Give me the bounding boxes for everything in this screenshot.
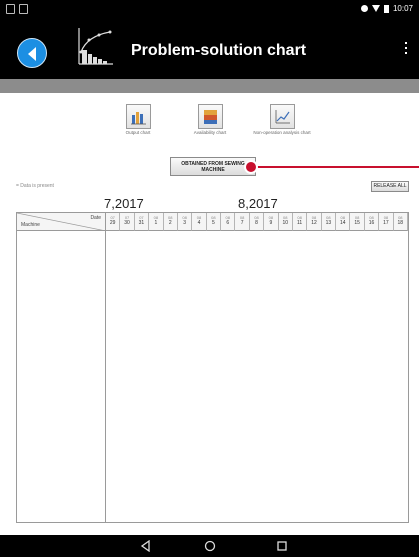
- non-operation-chart-label: Non-operation analysis chart: [253, 130, 311, 135]
- date-day-label: 5: [211, 220, 215, 226]
- status-icons-left: [6, 4, 28, 14]
- date-column-header: 08 13: [321, 213, 337, 231]
- annotation-pointer-line: [250, 166, 419, 168]
- date-day-label: 16: [368, 220, 375, 226]
- date-day-label: 14: [340, 220, 346, 226]
- date-column-header: 08 8: [249, 213, 265, 231]
- system-nav-bar: [0, 535, 419, 557]
- date-day-label: 13: [325, 220, 332, 226]
- page-title: Problem-solution chart: [131, 42, 307, 59]
- machine-date-grid: Date Machine 07 29 07 30 07 31 08 1 08 2 08 3 08 4 08 5…: [16, 212, 409, 523]
- date-column-header: 07 30: [120, 213, 135, 231]
- machine-header-label: Machine: [21, 222, 40, 228]
- sim-icon: [19, 4, 28, 14]
- date-day-label: 11: [297, 220, 303, 226]
- output-chart-button[interactable]: [126, 104, 151, 129]
- date-column-header: 07 29: [106, 213, 121, 231]
- date-column-header: 08 9: [264, 213, 279, 231]
- toolbar-divider-band: [0, 79, 419, 93]
- bar-chart-icon: [131, 112, 146, 125]
- pareto-chart-icon: [78, 28, 113, 65]
- date-day-label: 31: [138, 220, 145, 226]
- availability-chart-label: Availability chart: [193, 130, 227, 135]
- date-column-header: 08 10: [278, 213, 293, 231]
- date-column-header: 08 17: [379, 213, 394, 231]
- notification-icon: [6, 4, 15, 14]
- date-day-label: 17: [383, 220, 389, 226]
- machine-column: [17, 231, 106, 522]
- date-header-label: Date: [90, 215, 101, 221]
- date-column-header: 08 4: [192, 213, 207, 231]
- date-day-label: 30: [124, 220, 130, 226]
- date-column-header: 08 7: [235, 213, 250, 231]
- back-triangle-icon[interactable]: [140, 540, 152, 552]
- date-column-header: 08 5: [206, 213, 222, 231]
- wifi-icon: [371, 5, 380, 12]
- date-column-header: 08 14: [336, 213, 351, 231]
- availability-chart-button[interactable]: [198, 104, 223, 129]
- data-present-legend: = Data is present: [16, 183, 54, 189]
- recents-square-icon[interactable]: [276, 540, 288, 552]
- status-time: 10:07: [392, 4, 413, 13]
- date-day-label: 7: [240, 220, 244, 226]
- date-day-label: 15: [354, 220, 360, 226]
- date-column-header: 08 3: [177, 213, 193, 231]
- month-label-july: 7,2017: [104, 196, 144, 211]
- date-day-label: 12: [311, 220, 317, 226]
- date-column-header: 08 1: [149, 213, 164, 231]
- back-button[interactable]: [17, 38, 47, 68]
- date-day-label: 18: [397, 220, 404, 226]
- date-column-header: 08 12: [307, 213, 322, 231]
- annotation-pointer-dot: [244, 160, 258, 174]
- date-day-label: 2: [168, 220, 172, 226]
- status-bar: 10:07: [0, 0, 419, 19]
- date-day-label: 6: [226, 220, 230, 226]
- date-day-label: 3: [183, 220, 186, 226]
- date-column-header: 08 15: [350, 213, 365, 231]
- date-column-header: 08 6: [221, 213, 236, 231]
- date-day-label: 1: [154, 220, 158, 226]
- battery-icon: [383, 4, 389, 13]
- date-day-label: 8: [255, 220, 258, 226]
- back-arrow-icon: [28, 47, 36, 61]
- month-label-august: 8,2017: [238, 196, 278, 211]
- date-column-header: 08 11: [292, 213, 308, 231]
- date-column-header: 07 31: [134, 213, 150, 231]
- date-column-header: 08 16: [364, 213, 380, 231]
- date-day-label: 4: [197, 220, 201, 226]
- stacked-chart-icon: [204, 110, 217, 124]
- date-day-label: 10: [282, 220, 289, 226]
- status-icons-right: 10:07: [360, 4, 413, 13]
- date-day-label: 9: [269, 220, 273, 226]
- date-column-header: 08 2: [163, 213, 178, 231]
- home-circle-icon[interactable]: [204, 540, 216, 552]
- non-operation-chart-button[interactable]: [270, 104, 295, 129]
- app-bar: Problem-solution chart: [0, 19, 419, 79]
- overflow-menu-icon[interactable]: [403, 42, 409, 58]
- dnd-icon: [360, 5, 368, 12]
- date-day-label: 29: [109, 220, 116, 226]
- grid-corner-header: Date Machine: [17, 213, 106, 231]
- output-chart-label: Output chart: [125, 130, 151, 135]
- line-chart-icon: [275, 110, 290, 124]
- release-all-button[interactable]: RELEASE ALL: [371, 181, 409, 192]
- date-column-header: 08 18: [393, 213, 408, 231]
